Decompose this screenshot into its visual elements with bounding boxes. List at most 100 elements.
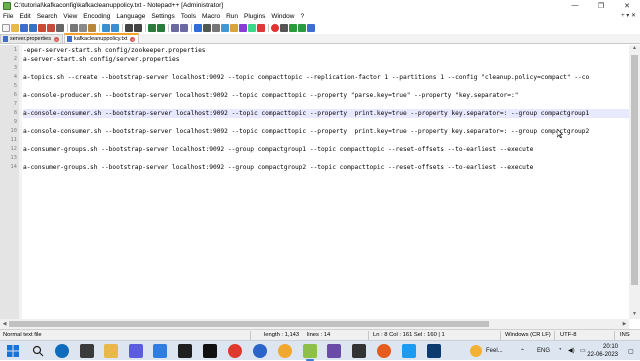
edge-browser-icon[interactable] xyxy=(55,344,69,358)
menu-file[interactable]: File xyxy=(0,13,16,20)
windows-start-icon[interactable] xyxy=(6,344,20,358)
tab-close-icon[interactable]: × xyxy=(53,36,59,42)
visualvm-icon[interactable] xyxy=(327,344,341,358)
code-line[interactable]: a-topics.sh --create --bootstrap-server … xyxy=(23,73,629,82)
search-icon[interactable] xyxy=(31,344,45,358)
cut-icon[interactable] xyxy=(70,23,78,32)
menu-view[interactable]: View xyxy=(60,13,80,20)
menu-settings[interactable]: Settings xyxy=(148,13,178,20)
close-file-icon[interactable] xyxy=(38,23,46,32)
vertical-scrollbar[interactable]: ▲ ▼ xyxy=(629,45,640,319)
status-encoding[interactable]: UTF-8 xyxy=(560,332,576,338)
code-line[interactable] xyxy=(23,118,629,127)
code-line[interactable]: a-console-consumer.sh --bootstrap-server… xyxy=(23,109,629,118)
code-line[interactable]: a-console-consumer.sh --bootstrap-server… xyxy=(23,127,629,136)
menu-search[interactable]: Search xyxy=(34,13,61,20)
code-line[interactable]: a-consumer-groups.sh --bootstrap-server … xyxy=(23,163,629,172)
restore-button[interactable]: ❐ xyxy=(588,0,614,11)
code-line[interactable]: a-server-start.sh config/server.properti… xyxy=(23,55,629,64)
show-hidden-icons-icon[interactable]: ⌃ xyxy=(520,348,525,355)
horizontal-scroll-thumb[interactable] xyxy=(9,321,489,327)
code-line[interactable] xyxy=(23,154,629,163)
save-icon[interactable] xyxy=(20,23,28,32)
code-line[interactable] xyxy=(23,82,629,91)
firefox-dev-icon[interactable] xyxy=(377,344,391,358)
word-wrap-icon[interactable] xyxy=(194,23,202,32)
code-line[interactable]: a-console-producer.sh --bootstrap-server… xyxy=(23,91,629,100)
zoom-in-icon[interactable] xyxy=(148,23,156,32)
code-line[interactable]: a-consumer-groups.sh --bootstrap-server … xyxy=(23,145,629,154)
vertical-scroll-thumb[interactable] xyxy=(631,55,638,285)
close-all-icon[interactable] xyxy=(47,23,55,32)
menu-right-controls[interactable]: + ▾ ✕ xyxy=(621,12,636,19)
paste-icon[interactable] xyxy=(88,23,96,32)
print-icon[interactable] xyxy=(56,23,64,32)
scroll-left-icon[interactable]: ◀ xyxy=(0,319,9,329)
minimize-button[interactable]: — xyxy=(562,0,588,11)
terminal-icon[interactable] xyxy=(178,344,192,358)
tab-close-icon[interactable]: × xyxy=(130,36,136,42)
menu-plugins[interactable]: Plugins xyxy=(241,13,268,20)
show-all-characters-icon[interactable] xyxy=(203,23,211,32)
chrome-icon[interactable] xyxy=(228,344,242,358)
find-icon[interactable] xyxy=(125,23,133,32)
cmd-icon[interactable] xyxy=(203,344,217,358)
stop-recording-icon[interactable] xyxy=(280,23,288,32)
run-macro-multiple-icon[interactable] xyxy=(298,23,306,32)
sync-vertical-icon[interactable] xyxy=(171,23,179,32)
code-line[interactable] xyxy=(23,136,629,145)
code-line[interactable] xyxy=(23,64,629,73)
menu-language[interactable]: Language xyxy=(113,13,148,20)
indent-guide-icon[interactable] xyxy=(212,23,220,32)
copy-icon[interactable] xyxy=(79,23,87,32)
scroll-right-icon[interactable]: ▶ xyxy=(620,319,629,329)
menu-edit[interactable]: Edit xyxy=(16,13,33,20)
file-explorer-icon[interactable] xyxy=(104,344,118,358)
save-macro-icon[interactable] xyxy=(307,23,315,32)
zoom-out-icon[interactable] xyxy=(157,23,165,32)
code-line[interactable] xyxy=(23,100,629,109)
sync-horizontal-icon[interactable] xyxy=(180,23,188,32)
playback-macro-icon[interactable] xyxy=(289,23,297,32)
close-button[interactable]: ✕ xyxy=(614,0,640,11)
record-macro-icon[interactable] xyxy=(271,23,279,32)
sublime-icon[interactable] xyxy=(352,344,366,358)
status-eol[interactable]: Windows (CR LF) xyxy=(505,332,551,338)
menu-help[interactable]: ? xyxy=(297,13,307,20)
firefox-icon[interactable] xyxy=(278,344,292,358)
volume-icon[interactable]: ◀) xyxy=(568,347,575,354)
language-icon[interactable] xyxy=(221,23,229,32)
menu-window[interactable]: Window xyxy=(268,13,297,20)
undo-icon[interactable] xyxy=(102,23,110,32)
menu-tools[interactable]: Tools xyxy=(178,13,199,20)
notification-icon[interactable]: ▢ xyxy=(628,348,634,355)
store-icon[interactable] xyxy=(153,344,167,358)
function-list-icon[interactable] xyxy=(239,23,247,32)
editor-area[interactable]: -eper-server-start.sh config/zookeeper.p… xyxy=(0,45,629,319)
tray-language[interactable]: ENG xyxy=(537,348,550,354)
tab-server-properties[interactable]: server.properties × xyxy=(0,34,63,43)
menu-macro[interactable]: Macro xyxy=(199,13,223,20)
monitoring-icon[interactable] xyxy=(257,23,265,32)
intellij-icon[interactable] xyxy=(427,344,441,358)
task-view-icon[interactable] xyxy=(80,344,94,358)
open-file-icon[interactable] xyxy=(11,23,19,32)
document-map-icon[interactable] xyxy=(230,23,238,32)
menu-encoding[interactable]: Encoding xyxy=(80,13,113,20)
folder-workspace-icon[interactable] xyxy=(248,23,256,32)
menu-run[interactable]: Run xyxy=(223,13,241,20)
horizontal-scrollbar[interactable]: ◀ ▶ xyxy=(0,319,629,329)
redo-icon[interactable] xyxy=(111,23,119,32)
tab-kafkacleanuppolicy[interactable]: kafkacleanuppolicy.txt × xyxy=(63,33,140,43)
weather-text[interactable]: Feel... xyxy=(486,348,503,354)
recorder-icon[interactable] xyxy=(402,344,416,358)
code-area[interactable]: -eper-server-start.sh config/zookeeper.p… xyxy=(23,45,629,319)
wifi-icon[interactable]: ◔ xyxy=(558,347,562,353)
new-file-icon[interactable] xyxy=(2,23,10,32)
replace-icon[interactable] xyxy=(134,23,142,32)
weather-icon[interactable] xyxy=(470,345,482,357)
battery-icon[interactable]: ▭ xyxy=(580,347,586,354)
notepadpp-taskbar-icon[interactable] xyxy=(303,344,317,361)
scroll-up-icon[interactable]: ▲ xyxy=(629,45,640,53)
save-all-icon[interactable] xyxy=(29,23,37,32)
